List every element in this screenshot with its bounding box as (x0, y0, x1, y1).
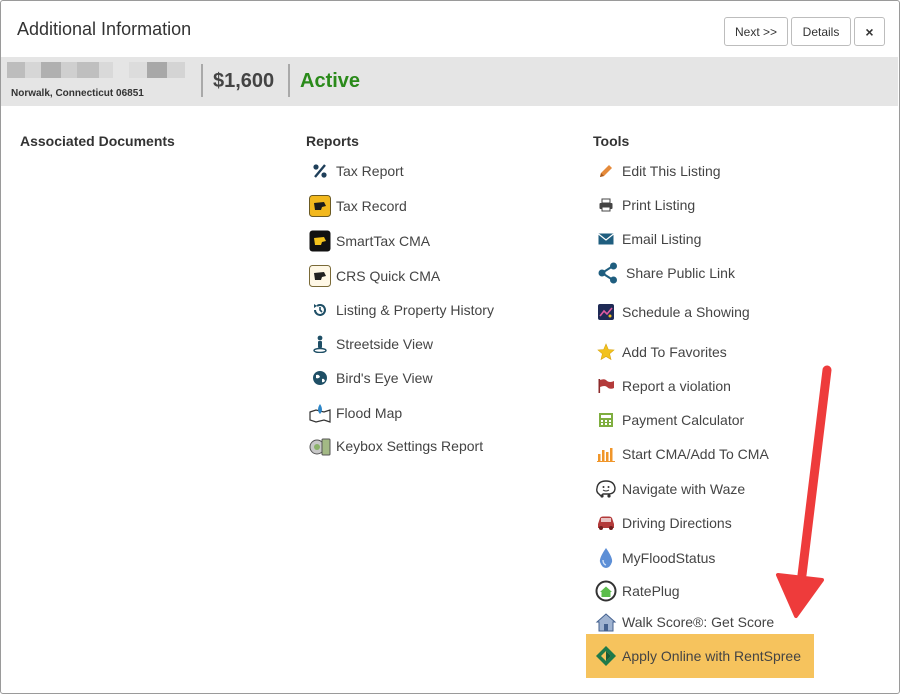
tool-label: Email Listing (622, 231, 702, 247)
connecticut-outline-icon (308, 264, 332, 288)
tool-label: MyFloodStatus (622, 550, 716, 566)
listing-price: $1,600 (213, 70, 275, 92)
tool-label: RatePlug (622, 583, 680, 599)
tool-schedule-showing[interactable]: Schedule a Showing (594, 300, 750, 324)
tool-report-violation[interactable]: Report a violation (594, 374, 731, 398)
tool-myfloodstatus[interactable]: MyFloodStatus (594, 546, 715, 570)
history-icon (308, 298, 332, 322)
calculator-icon (594, 408, 618, 432)
report-label: Tax Record (336, 198, 407, 214)
tool-label: Report a violation (622, 378, 731, 394)
details-button[interactable]: Details (791, 17, 851, 46)
annotation-arrow (776, 365, 832, 618)
report-tax-record[interactable]: Tax Record (308, 194, 407, 218)
report-smarttax-cma[interactable]: SmartTax CMA (308, 229, 430, 253)
tool-label: Schedule a Showing (622, 304, 750, 320)
report-label: Streetside View (336, 336, 434, 352)
tool-apply-rentspree[interactable]: Apply Online with RentSpree (594, 644, 801, 668)
calendar-icon (594, 300, 618, 324)
car-icon (594, 511, 618, 535)
keybox-icon (308, 434, 332, 458)
tool-label: Payment Calculator (622, 412, 745, 428)
divider (201, 64, 203, 97)
listing-status: Active (300, 70, 361, 92)
tool-label: Driving Directions (622, 515, 732, 531)
pencil-icon (594, 159, 618, 183)
tool-add-to-favorites[interactable]: Add To Favorites (594, 340, 727, 364)
flag-icon (594, 374, 618, 398)
associated-documents-heading: Associated Documents (20, 133, 175, 149)
rentspree-icon (594, 644, 618, 668)
report-keybox-settings[interactable]: Keybox Settings Report (308, 434, 483, 458)
report-birds-eye-view[interactable]: Bird's Eye View (308, 366, 433, 390)
dialog-title: Additional Information (17, 19, 192, 39)
tool-edit-listing[interactable]: Edit This Listing (594, 159, 721, 183)
water-drop-icon (594, 546, 618, 570)
globe-icon (308, 366, 332, 390)
tool-label: Apply Online with RentSpree (622, 648, 801, 664)
tool-driving-directions[interactable]: Driving Directions (594, 511, 732, 535)
report-crs-quick-cma[interactable]: CRS Quick CMA (308, 264, 440, 288)
tool-label: Walk Score®: Get Score (622, 614, 775, 630)
divider (288, 64, 290, 97)
tool-label: Navigate with Waze (622, 481, 746, 497)
report-label: Flood Map (336, 405, 403, 421)
tool-label: Add To Favorites (622, 344, 727, 360)
tool-email-listing[interactable]: Email Listing (594, 227, 701, 251)
reports-heading: Reports (306, 133, 359, 149)
report-label: Bird's Eye View (336, 370, 433, 386)
report-label: Listing & Property History (336, 302, 494, 318)
rateplug-icon (594, 579, 618, 603)
waze-icon (594, 477, 618, 501)
percent-icon (308, 159, 332, 183)
printer-icon (594, 193, 618, 217)
tool-label: Start CMA/Add To CMA (622, 446, 769, 462)
tool-label: Print Listing (622, 197, 696, 213)
walkscore-house-icon (594, 610, 618, 634)
listing-address: Norwalk, Connecticut 06851 (11, 88, 144, 99)
tool-navigate-waze[interactable]: Navigate with Waze (594, 477, 745, 501)
tool-share-public-link[interactable]: Share Public Link (594, 261, 735, 285)
listing-summary-bar: Norwalk, Connecticut 06851 $1,600 Active (1, 57, 898, 106)
star-icon (594, 340, 618, 364)
tool-start-cma[interactable]: Start CMA/Add To CMA (594, 442, 769, 466)
share-icon (594, 261, 622, 285)
tool-walk-score[interactable]: Walk Score®: Get Score (594, 610, 774, 634)
report-label: CRS Quick CMA (336, 268, 441, 284)
bar-chart-icon (594, 442, 618, 466)
connecticut-map-icon (308, 194, 332, 218)
report-label: Keybox Settings Report (336, 438, 484, 454)
tool-rateplug[interactable]: RatePlug (594, 579, 680, 603)
report-streetside-view[interactable]: Streetside View (308, 332, 433, 356)
close-button[interactable]: × (854, 17, 885, 46)
report-flood-map[interactable]: Flood Map (308, 401, 402, 425)
report-listing-property-history[interactable]: Listing & Property History (308, 298, 494, 322)
report-label: SmartTax CMA (336, 233, 431, 249)
flood-map-icon (308, 401, 332, 425)
next-button[interactable]: Next >> (724, 17, 788, 46)
envelope-icon (594, 227, 618, 251)
tool-label: Edit This Listing (622, 163, 721, 179)
street-person-icon (308, 332, 332, 356)
report-label: Tax Report (336, 163, 404, 179)
tool-print-listing[interactable]: Print Listing (594, 193, 695, 217)
tools-heading: Tools (593, 133, 630, 149)
tool-label: Share Public Link (626, 265, 735, 281)
tool-payment-calculator[interactable]: Payment Calculator (594, 408, 744, 432)
connecticut-map-dark-icon (308, 229, 332, 253)
report-tax-report[interactable]: Tax Report (308, 159, 404, 183)
